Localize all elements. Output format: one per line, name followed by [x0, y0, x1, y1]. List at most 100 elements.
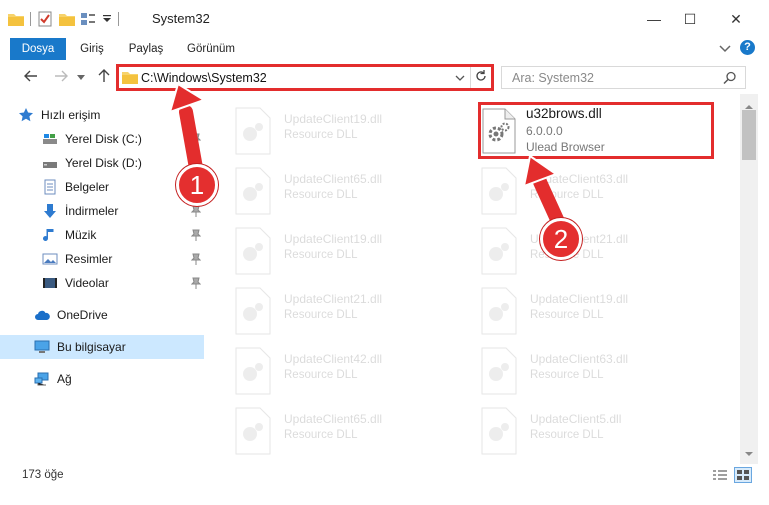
file-name: UpdateClient63.dll [530, 352, 629, 366]
maximize-button[interactable]: ☐ [667, 0, 713, 38]
chevron-down-icon [77, 70, 85, 84]
sidebar-item-quick-access[interactable]: Hızlı erişim [0, 103, 204, 127]
file-type: Resource DLL [530, 189, 604, 201]
dll-file-icon [235, 287, 271, 335]
dll-file-icon [235, 407, 271, 455]
file-type: Resource DLL [284, 189, 358, 201]
folder-icon[interactable] [8, 12, 24, 26]
search-box[interactable]: Ara: System32 [501, 66, 746, 89]
dll-file-icon [235, 227, 271, 275]
file-item[interactable]: UpdateClient65.dll Resource DLL [222, 162, 452, 222]
videos-icon [42, 275, 58, 291]
cloud-icon [34, 307, 50, 323]
search-input[interactable]: Ara: System32 [512, 71, 594, 85]
sidebar-item-label: İndirmeler [65, 204, 119, 218]
help-icon[interactable]: ? [740, 40, 755, 55]
pin-icon [190, 253, 202, 265]
step-1-badge: 1 [176, 164, 218, 206]
properties-icon[interactable] [37, 11, 53, 27]
up-button[interactable] [93, 67, 115, 87]
item-count: 173 öğe [22, 469, 64, 481]
tab-share[interactable]: Paylaş [120, 38, 172, 60]
file-type: Resource DLL [530, 429, 604, 441]
file-item[interactable]: UpdateClient19.dll Resource DLL [468, 282, 698, 342]
file-item[interactable]: UpdateClient42.dll Resource DLL [222, 342, 452, 402]
file-type: Resource DLL [284, 369, 358, 381]
forward-button[interactable] [50, 67, 72, 87]
close-button[interactable]: ✕ [713, 0, 759, 38]
file-name: UpdateClient5.dll [530, 412, 622, 426]
drive-icon [42, 131, 58, 147]
file-item[interactable]: UpdateClient65.dll Resource DLL [222, 402, 452, 462]
dll-file-icon [481, 407, 517, 455]
new-folder-icon[interactable] [59, 12, 75, 26]
file-item[interactable]: UpdateClient21.dll Resource DLL [468, 222, 698, 282]
network-icon [34, 371, 50, 387]
documents-icon [42, 179, 58, 195]
sidebar-item-network[interactable]: Ağ [0, 367, 204, 391]
file-type: Resource DLL [284, 309, 358, 321]
arrow-up-icon [98, 68, 110, 86]
file-item[interactable]: UpdateClient63.dll Resource DLL [468, 342, 698, 402]
file-type: Resource DLL [284, 429, 358, 441]
ribbon-tabs: Dosya Giriş Paylaş Görünüm ? [0, 38, 769, 60]
sidebar-item-pictures[interactable]: Resimler [0, 247, 204, 271]
pictures-icon [42, 251, 58, 267]
downloads-icon [42, 203, 58, 219]
drive-icon [42, 155, 58, 171]
sidebar-item-label: Belgeler [65, 180, 110, 194]
scrollbar-thumb[interactable] [742, 110, 756, 160]
file-type: Resource DLL [530, 309, 604, 321]
expand-ribbon-icon[interactable] [718, 41, 732, 55]
sidebar-item-documents[interactable]: Belgeler [0, 175, 204, 199]
file-item[interactable]: UpdateClient5.dll Resource DLL [468, 402, 698, 462]
sidebar-item-videos[interactable]: Videolar [0, 271, 204, 295]
sidebar-item-label: Bu bilgisayar [57, 340, 126, 354]
address-bar-highlight [116, 64, 494, 91]
sidebar-item-label: Yerel Disk (D:) [65, 156, 142, 170]
minimize-icon: — [647, 11, 661, 27]
file-name: UpdateClient65.dll [284, 172, 383, 186]
sidebar-item-label: Ağ [57, 372, 72, 386]
file-item[interactable]: UpdateClient63.dll Resource DLL [468, 162, 698, 222]
sidebar-item-local-disk-c[interactable]: Yerel Disk (C:) [0, 127, 204, 151]
sidebar-item-this-pc[interactable]: Bu bilgisayar [0, 335, 204, 359]
close-icon: ✕ [730, 10, 742, 27]
sidebar-item-label: Resimler [65, 252, 113, 266]
dll-file-icon [481, 167, 517, 215]
back-button[interactable] [20, 67, 42, 87]
sidebar-item-label: Videolar [65, 276, 109, 290]
sidebar-item-label: Yerel Disk (C:) [65, 132, 142, 146]
file-name: UpdateClient19.dll [530, 292, 629, 306]
sidebar-item-music[interactable]: Müzik [0, 223, 204, 247]
pin-icon [190, 277, 202, 289]
maximize-icon: ☐ [683, 10, 697, 27]
vertical-scrollbar[interactable] [740, 94, 758, 464]
file-name: UpdateClient63.dll [530, 172, 629, 186]
file-name: UpdateClient42.dll [284, 352, 383, 366]
recent-locations-button[interactable] [74, 67, 88, 87]
file-item[interactable]: UpdateClient19.dll Resource DLL [222, 222, 452, 282]
sidebar-item-label: OneDrive [57, 308, 108, 322]
details-view-icon[interactable] [712, 469, 728, 483]
scroll-down-icon[interactable] [745, 446, 753, 460]
view-menu-icon[interactable] [81, 12, 99, 26]
sidebar-item-downloads[interactable]: İndirmeler [0, 199, 204, 223]
file-item[interactable]: UpdateClient21.dll Resource DLL [222, 282, 452, 342]
tab-file[interactable]: Dosya [10, 38, 66, 60]
tiles-view-icon[interactable] [734, 467, 752, 483]
tab-view[interactable]: Görünüm [178, 38, 244, 60]
sidebar-item-local-disk-d[interactable]: Yerel Disk (D:) [0, 151, 204, 175]
dll-file-icon [481, 227, 517, 275]
file-name: UpdateClient19.dll [284, 112, 383, 126]
computer-icon [34, 339, 50, 355]
star-icon [18, 107, 34, 123]
file-item[interactable]: UpdateClient19.dll Resource DLL [222, 102, 452, 162]
file-name: UpdateClient21.dll [284, 292, 383, 306]
sidebar-item-onedrive[interactable]: OneDrive [0, 303, 204, 327]
file-name: UpdateClient19.dll [284, 232, 383, 246]
tab-home[interactable]: Giriş [68, 38, 116, 60]
file-type: Resource DLL [284, 249, 358, 261]
chevron-down-icon[interactable] [102, 12, 112, 26]
file-type: Resource DLL [530, 369, 604, 381]
